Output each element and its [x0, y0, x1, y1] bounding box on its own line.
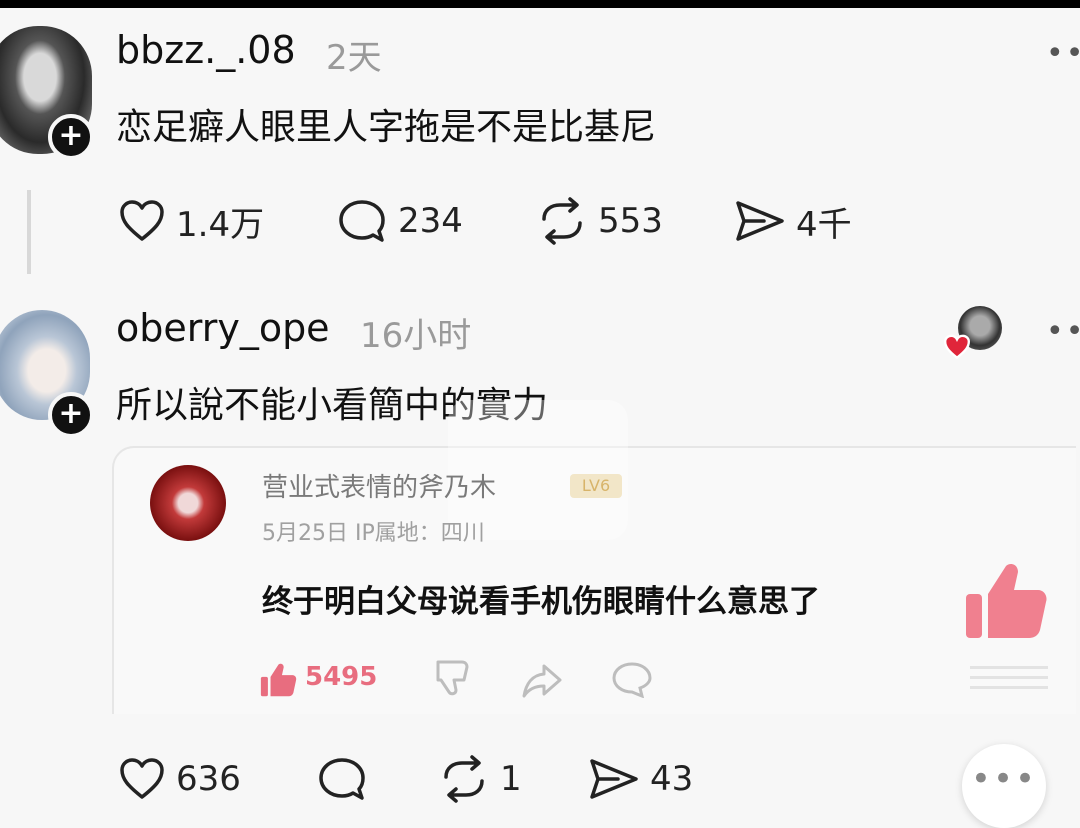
- share-button[interactable]: 43: [588, 754, 693, 804]
- like-count: 1.4万: [176, 204, 265, 245]
- embedded-like-count: 5495: [305, 662, 378, 692]
- thumbs-up-icon: [966, 564, 1047, 638]
- thread-line: [27, 190, 31, 274]
- repost-icon: [444, 755, 484, 803]
- thumbs-up-small-icon: [260, 663, 297, 697]
- repost-button[interactable]: 553: [536, 196, 663, 246]
- comment-icon: [319, 758, 365, 800]
- share-icon: [590, 759, 638, 799]
- menu-lines-icon: [970, 666, 1048, 689]
- top-bar: [0, 0, 1080, 8]
- like-button[interactable]: 1.4万: [118, 196, 264, 246]
- repost-count: 1: [500, 759, 522, 799]
- embedded-level-badge: LV6: [570, 474, 622, 498]
- post-time: 16小时: [360, 316, 472, 356]
- comment-button[interactable]: 234: [336, 196, 463, 246]
- thumbs-down-icon: [436, 660, 469, 696]
- like-button[interactable]: 636: [118, 754, 241, 804]
- heart-icon: [120, 758, 164, 799]
- comment-icon: [339, 200, 385, 242]
- post-text: 恋足癖人眼里人字拖是不是比基尼: [116, 107, 657, 148]
- reply-bubble-icon: [612, 662, 652, 698]
- more-options-fab[interactable]: •••: [962, 744, 1046, 828]
- heart-icon: [943, 334, 971, 360]
- repost-icon: [542, 197, 582, 245]
- repost-button[interactable]: 1: [438, 754, 522, 804]
- share-count: 4千: [796, 204, 852, 245]
- more-dots-icon[interactable]: ••: [1046, 314, 1080, 349]
- post-time: 2天: [326, 38, 382, 78]
- embedded-username: 营业式表情的斧乃木: [262, 473, 497, 503]
- comment-count: 234: [398, 201, 463, 241]
- post-username[interactable]: oberry_ope: [116, 306, 330, 350]
- repost-count: 553: [598, 201, 663, 241]
- follow-plus-icon[interactable]: +: [48, 392, 94, 438]
- heart-icon: [120, 200, 164, 241]
- follow-plus-icon[interactable]: +: [48, 114, 94, 160]
- embedded-comment-text: 终于明白父母说看手机伤眼睛什么意思了: [262, 584, 820, 620]
- more-dots-icon[interactable]: ••: [1046, 36, 1080, 71]
- share-arrow-icon: [522, 664, 562, 698]
- share-icon: [736, 201, 784, 241]
- post-username[interactable]: bbzz._.08: [116, 28, 296, 72]
- embedded-avatar: [150, 465, 226, 541]
- share-count: 43: [650, 759, 694, 799]
- like-count: 636: [176, 759, 241, 799]
- comment-button[interactable]: [316, 754, 378, 804]
- share-button[interactable]: 4千: [734, 196, 852, 246]
- embedded-meta: 5月25日 IP属地：四川: [262, 521, 485, 546]
